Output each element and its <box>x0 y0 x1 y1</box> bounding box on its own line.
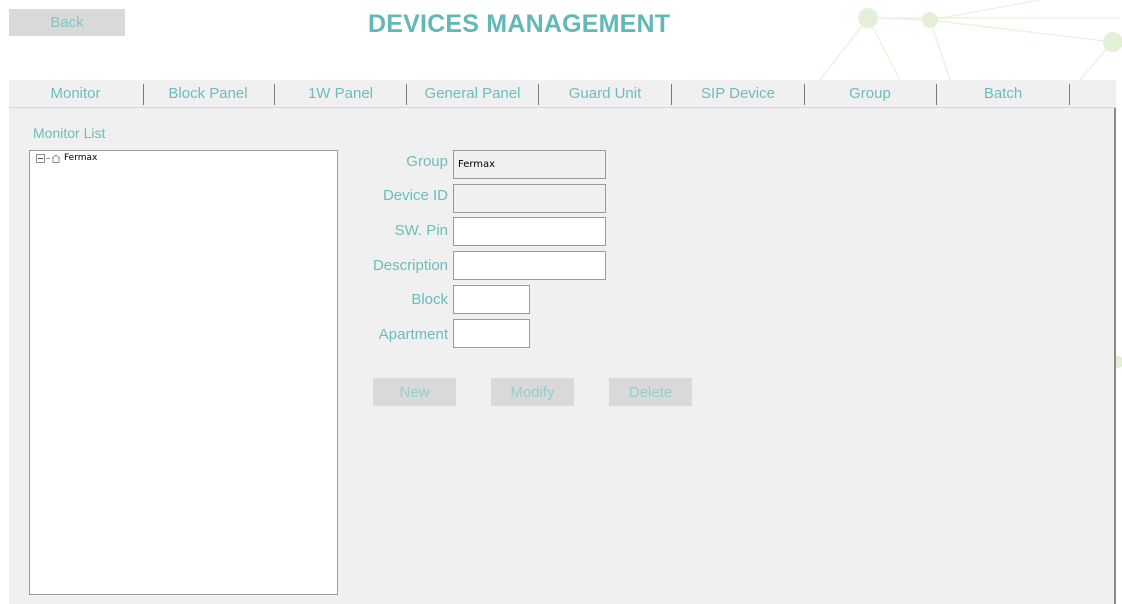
description-input[interactable] <box>458 252 605 279</box>
new-button[interactable]: New <box>373 378 456 406</box>
page-title: DEVICES MANAGEMENT <box>368 10 671 38</box>
group-label: Group <box>406 153 448 170</box>
modify-button[interactable]: Modify <box>491 378 574 406</box>
tab-1w-panel[interactable]: 1W Panel <box>275 80 406 107</box>
tab-batch[interactable]: Batch <box>937 80 1069 107</box>
monitor-list-label: Monitor List <box>33 125 106 141</box>
tree-node-label: Fermax <box>64 153 98 163</box>
apartment-field[interactable] <box>453 319 530 348</box>
tree-connector <box>46 157 50 159</box>
block-input[interactable] <box>458 286 529 313</box>
tab-guard-unit[interactable]: Guard Unit <box>539 80 671 107</box>
home-icon <box>51 153 61 163</box>
delete-button[interactable]: Delete <box>609 378 692 406</box>
description-field[interactable] <box>453 251 606 280</box>
tab-sip-device[interactable]: SIP Device <box>672 80 804 107</box>
sw-pin-field[interactable] <box>453 217 606 246</box>
group-field: Fermax <box>453 150 606 179</box>
back-button[interactable]: Back <box>9 9 125 36</box>
group-value: Fermax <box>458 159 496 170</box>
tab-group[interactable]: Group <box>805 80 935 107</box>
monitor-tree[interactable]: Fermax <box>29 150 338 595</box>
description-label: Description <box>372 257 448 274</box>
sw-pin-label: SW. Pin <box>394 222 448 239</box>
collapse-icon[interactable] <box>36 153 45 163</box>
block-label: Block <box>411 291 448 308</box>
apartment-label: Apartment <box>378 326 448 343</box>
device-type-tabbar: Monitor Block Panel 1W Panel General Pan… <box>9 80 1116 108</box>
device-id-label: Device ID <box>382 187 448 204</box>
panel-border <box>1114 108 1116 604</box>
apartment-input[interactable] <box>458 320 529 347</box>
sw-pin-input[interactable] <box>458 218 605 245</box>
device-id-field <box>453 184 606 213</box>
tab-monitor[interactable]: Monitor <box>9 80 142 107</box>
tab-separator <box>1069 84 1070 105</box>
tab-block-panel[interactable]: Block Panel <box>144 80 272 107</box>
block-field[interactable] <box>453 285 530 314</box>
tree-node-fermax[interactable]: Fermax <box>36 153 97 163</box>
tab-general-panel[interactable]: General Panel <box>407 80 538 107</box>
